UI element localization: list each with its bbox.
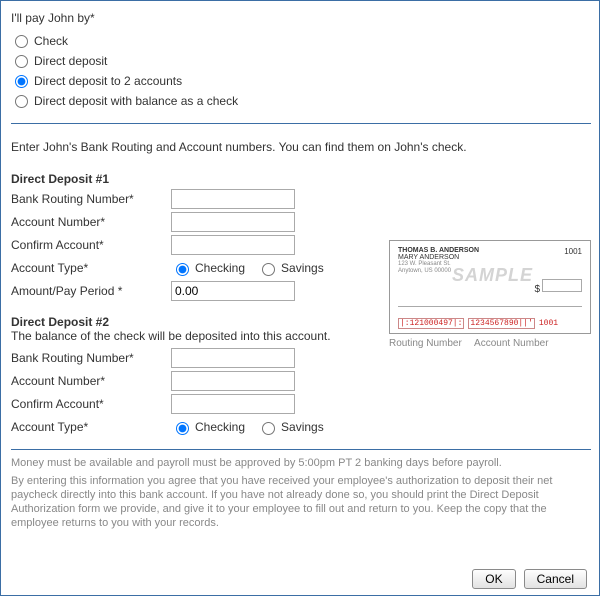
check-micr-line: |:121000497|: 1234567890||' 1001: [398, 318, 558, 329]
check-micr-seq: 1001: [539, 319, 558, 328]
dd2-title: Direct Deposit #2: [11, 315, 381, 329]
check-caption-account: Account Number: [474, 338, 548, 349]
check-caption-routing: Routing Number: [389, 338, 462, 349]
dd1-account-input[interactable]: [171, 212, 295, 232]
dd1-type-savings[interactable]: Savings: [257, 260, 324, 276]
ok-button[interactable]: OK: [472, 569, 515, 589]
pay-option-dd-radio[interactable]: [15, 55, 28, 68]
legal-text: Money must be available and payroll must…: [11, 456, 591, 530]
pay-option-ddcheck-radio[interactable]: [15, 95, 28, 108]
dd1-type-checking-label: Checking: [195, 261, 245, 275]
divider-bottom: [11, 449, 591, 450]
dd2-type-savings-label: Savings: [281, 420, 324, 434]
check-line: [398, 305, 582, 307]
pay-option-check-label: Check: [34, 32, 68, 50]
dd2-routing-input[interactable]: [171, 348, 295, 368]
pay-option-dd-two-accounts[interactable]: Direct deposit to 2 accounts: [15, 71, 591, 91]
dd2-account-label: Account Number*: [11, 374, 171, 388]
dd2-confirm-label: Confirm Account*: [11, 397, 171, 411]
dd1-amount-input[interactable]: [171, 281, 295, 301]
dd2-confirm-input[interactable]: [171, 394, 295, 414]
check-dollar-sign: $: [534, 284, 540, 295]
check-sample-watermark: SAMPLE: [452, 265, 533, 286]
dd1-routing-input[interactable]: [171, 189, 295, 209]
dd1-amount-label: Amount/Pay Period *: [11, 284, 171, 298]
dd2-note: The balance of the check will be deposit…: [11, 329, 381, 343]
dd1-confirm-input[interactable]: [171, 235, 295, 255]
pay-option-check[interactable]: Check: [15, 31, 591, 51]
dd2-type-checking-label: Checking: [195, 420, 245, 434]
pay-method-prompt: I'll pay John by*: [11, 11, 591, 25]
pay-method-radio-group: Check Direct deposit Direct deposit to 2…: [15, 31, 591, 111]
dd2-type-savings[interactable]: Savings: [257, 419, 324, 435]
dd1-type-savings-radio[interactable]: [262, 263, 275, 276]
dd2-type-label: Account Type*: [11, 420, 171, 434]
dd2-type-checking[interactable]: Checking: [171, 419, 245, 435]
dd1-routing-label: Bank Routing Number*: [11, 192, 171, 206]
dialog-buttons: OK Cancel: [472, 569, 587, 589]
check-micr-routing: |:121000497|:: [398, 318, 464, 329]
dd1-type-checking[interactable]: Checking: [171, 260, 245, 276]
legal-deadline: Money must be available and payroll must…: [11, 456, 591, 470]
pay-option-direct-deposit[interactable]: Direct deposit: [15, 51, 591, 71]
enter-bank-instructions: Enter John's Bank Routing and Account nu…: [11, 140, 591, 154]
legal-authorization: By entering this information you agree t…: [11, 474, 591, 530]
pay-option-dd-balance-check[interactable]: Direct deposit with balance as a check: [15, 91, 591, 111]
dd1-type-savings-label: Savings: [281, 261, 324, 275]
payment-method-dialog: I'll pay John by* Check Direct deposit D…: [0, 0, 600, 596]
dd1-confirm-label: Confirm Account*: [11, 238, 171, 252]
pay-option-dd-label: Direct deposit: [34, 52, 107, 70]
dd1-type-label: Account Type*: [11, 261, 171, 275]
dd2-type-savings-radio[interactable]: [262, 422, 275, 435]
dd2-account-input[interactable]: [171, 371, 295, 391]
pay-option-ddcheck-label: Direct deposit with balance as a check: [34, 92, 238, 110]
pay-option-check-radio[interactable]: [15, 35, 28, 48]
dd2-type-checking-radio[interactable]: [176, 422, 189, 435]
dd1-type-checking-radio[interactable]: [176, 263, 189, 276]
dd1-account-label: Account Number*: [11, 215, 171, 229]
check-number: 1001: [564, 247, 582, 256]
cancel-button[interactable]: Cancel: [524, 569, 587, 589]
divider: [11, 123, 591, 124]
dd1-title: Direct Deposit #1: [11, 172, 381, 186]
dd2-routing-label: Bank Routing Number*: [11, 351, 171, 365]
check-caption: Routing Number Account Number: [389, 338, 591, 349]
check-name2: MARY ANDERSON: [398, 254, 479, 261]
sample-check-image: THOMAS B. ANDERSON MARY ANDERSON 123 W. …: [389, 240, 591, 334]
check-name1: THOMAS B. ANDERSON: [398, 247, 479, 254]
check-amount-box: [542, 279, 582, 292]
pay-option-dd2-radio[interactable]: [15, 75, 28, 88]
pay-option-dd2-label: Direct deposit to 2 accounts: [34, 72, 182, 90]
check-micr-account: 1234567890||': [468, 318, 534, 329]
